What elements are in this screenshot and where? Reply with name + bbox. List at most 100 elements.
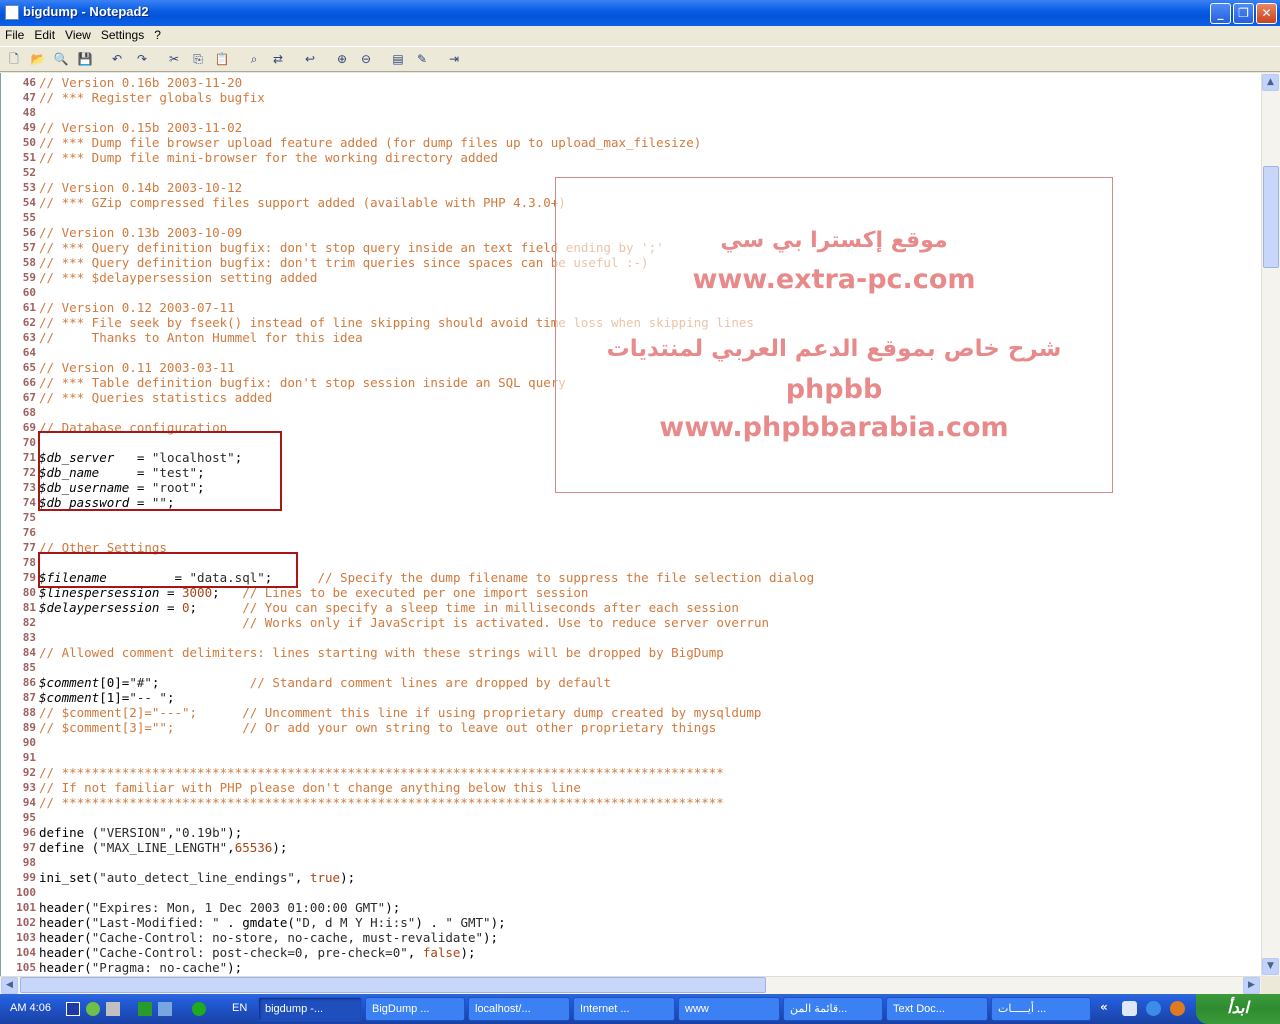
- cut-icon[interactable]: ✂: [165, 50, 183, 68]
- line-number: 66: [22, 376, 36, 389]
- minimize-button[interactable]: _: [1210, 3, 1231, 24]
- messenger-icon[interactable]: [86, 1002, 100, 1016]
- scheme-icon[interactable]: ▤: [389, 50, 407, 68]
- line-number: 95: [22, 811, 36, 824]
- replace-icon[interactable]: ⇄: [269, 50, 287, 68]
- task-arabic-app[interactable]: أيـــــات ...: [991, 997, 1091, 1021]
- vertical-scroll-thumb[interactable]: [1263, 166, 1279, 268]
- line-number: 100: [16, 886, 36, 899]
- network-icon[interactable]: [158, 1002, 172, 1016]
- code-editor[interactable]: 46 47 48 49 50 51 52 53 54 55 56 57 58 59 60 61 62 63 64 65…: [0, 73, 1261, 976]
- line-number: 48: [22, 106, 36, 119]
- code-token: // *** Dump file browser upload feature …: [39, 135, 702, 150]
- zoom-out-icon[interactable]: ⊖: [357, 50, 375, 68]
- browse-icon[interactable]: 🔍: [52, 50, 70, 68]
- media-player-icon[interactable]: [66, 1002, 80, 1016]
- paste-icon[interactable]: 📋: [213, 50, 231, 68]
- code-line: // *** Table definition bugfix: don't st…: [39, 375, 566, 390]
- code-line: // If not familiar with PHP please don't…: [39, 780, 581, 795]
- code-token: " GMT": [445, 915, 491, 930]
- line-number: 89: [22, 721, 36, 734]
- redo-icon[interactable]: ↷: [133, 50, 151, 68]
- task-bigdump-notepad[interactable]: bigdump -...: [258, 997, 362, 1021]
- code-token: ,: [294, 870, 310, 885]
- copy-icon[interactable]: ⎘: [189, 50, 207, 68]
- new-file-icon[interactable]: 🗋: [5, 50, 23, 68]
- code-line: define ("VERSION","0.19b");: [39, 825, 242, 840]
- tray-app-icon[interactable]: [106, 1002, 120, 1016]
- line-number: 94: [22, 796, 36, 809]
- vertical-scrollbar[interactable]: ▲ ▼: [1261, 73, 1280, 976]
- line-number: 104: [16, 946, 36, 959]
- overlay-phpbb: phpbb: [785, 374, 883, 405]
- code-token: header(: [39, 900, 92, 915]
- open-folder-icon[interactable]: 📂: [29, 50, 47, 68]
- line-number: 46: [22, 76, 36, 89]
- task-bigdump-browser[interactable]: BigDump ...: [365, 997, 465, 1021]
- scroll-right-button[interactable]: ▶: [1243, 977, 1260, 994]
- exit-icon[interactable]: ⇥: [445, 50, 463, 68]
- code-token: true: [309, 870, 341, 885]
- menu-view[interactable]: View: [60, 26, 96, 42]
- menu-file[interactable]: File: [0, 26, 29, 42]
- menu-help[interactable]: ?: [149, 26, 166, 42]
- code-token: // Works only if JavaScript is activated…: [242, 615, 769, 630]
- task-text-doc[interactable]: Text Doc...: [886, 997, 988, 1021]
- task-arabic-list[interactable]: قائمة المن...: [783, 997, 883, 1021]
- maximize-button[interactable]: ❐: [1233, 3, 1254, 24]
- line-number: 50: [22, 136, 36, 149]
- overlay-site-url: www.extra-pc.com: [692, 264, 976, 295]
- title-bar[interactable]: bigdump - Notepad2 _ ❐ ✕: [0, 0, 1280, 26]
- find-icon[interactable]: ⌕: [245, 50, 263, 68]
- line-number: 98: [22, 856, 36, 869]
- menu-settings[interactable]: Settings: [96, 26, 149, 42]
- start-button[interactable]: ابدأ: [1196, 994, 1280, 1024]
- zoom-in-icon[interactable]: ⊕: [333, 50, 351, 68]
- code-token: 65536: [234, 840, 273, 855]
- code-line: // Thanks to Anton Hummel for this idea: [39, 330, 363, 345]
- line-number: 57: [22, 241, 36, 254]
- line-number: 61: [22, 301, 36, 314]
- scroll-down-button[interactable]: ▼: [1262, 958, 1279, 975]
- overlay-tutorial-note-ar: شرح خاص بموقع الدعم العربي لمنتديات: [606, 336, 1062, 362]
- close-button[interactable]: ✕: [1256, 3, 1277, 24]
- code-line: // Works only if JavaScript is activated…: [39, 615, 769, 630]
- customize-icon[interactable]: ✎: [413, 50, 431, 68]
- line-number: 97: [22, 841, 36, 854]
- scroll-left-button[interactable]: ◀: [1, 977, 18, 994]
- line-number: 68: [22, 406, 36, 419]
- line-number: 84: [22, 646, 36, 659]
- code-token: );: [272, 840, 288, 855]
- undo-icon[interactable]: ↶: [108, 50, 126, 68]
- horizontal-scrollbar[interactable]: ◀ ▶: [0, 976, 1261, 994]
- task-localhost[interactable]: localhost/...: [468, 997, 570, 1021]
- word-wrap-icon[interactable]: ↩: [301, 50, 319, 68]
- play-icon[interactable]: [138, 1002, 152, 1016]
- internet-explorer-icon[interactable]: [1146, 1001, 1161, 1016]
- line-number: 82: [22, 616, 36, 629]
- code-line: // Version 0.14b 2003-10-12: [39, 180, 242, 195]
- highlight-box-filename: [38, 552, 298, 588]
- quicklaunch-icon[interactable]: [1122, 1001, 1137, 1016]
- code-token: // *************************************…: [39, 765, 724, 780]
- scroll-up-button[interactable]: ▲: [1262, 74, 1279, 91]
- line-number: 74: [22, 496, 36, 509]
- line-number: 51: [22, 151, 36, 164]
- save-icon[interactable]: 💾: [76, 50, 94, 68]
- code-token: [0]=: [99, 675, 130, 690]
- status-icon[interactable]: [192, 1002, 206, 1016]
- task-www-folder[interactable]: www: [678, 997, 780, 1021]
- code-token: "MAX_LINE_LENGTH": [99, 840, 228, 855]
- language-indicator[interactable]: EN: [232, 1002, 247, 1014]
- line-number: 83: [22, 631, 36, 644]
- highlight-box-db-config: [38, 431, 282, 511]
- horizontal-scroll-thumb[interactable]: [20, 977, 766, 993]
- menu-edit[interactable]: Edit: [29, 26, 60, 42]
- tray-clock[interactable]: AM 4:06: [10, 1002, 51, 1014]
- firefox-icon[interactable]: [1170, 1001, 1185, 1016]
- code-token: $comment: [39, 675, 100, 690]
- quicklaunch-expand-icon[interactable]: «: [1100, 1000, 1108, 1014]
- code-token: [1]=: [99, 690, 130, 705]
- code-token: "#": [129, 675, 152, 690]
- task-internet[interactable]: Internet ...: [573, 997, 675, 1021]
